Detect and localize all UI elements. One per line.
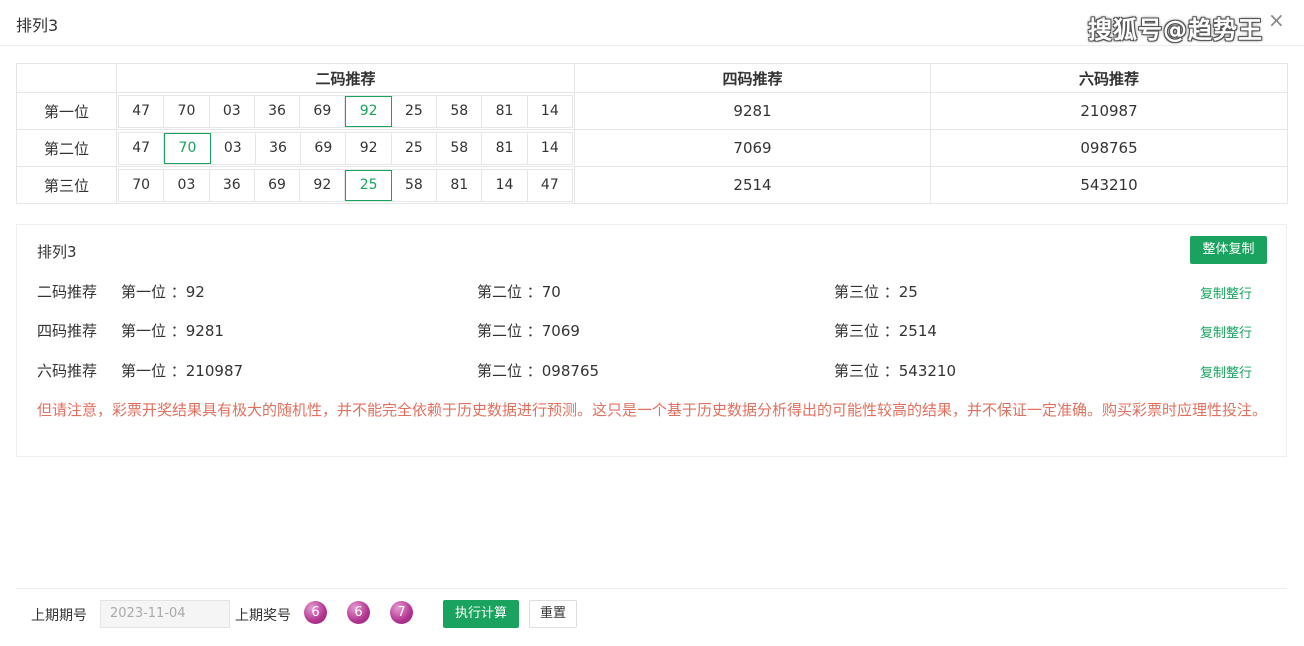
table-row: 第一位 47 70 03 36 69 92 25 58 81 14 9281 210987: [16, 92, 1288, 130]
summary-row-label: 四码推荐: [37, 322, 98, 340]
summary-row-label: 二码推荐: [37, 283, 98, 301]
two-code-number: 25: [392, 132, 438, 164]
two-code-cell: 70 03 36 69 92 25 58 81 14 47: [116, 166, 575, 204]
four-code-value: 2514: [574, 166, 931, 204]
window-title: 排列3: [16, 16, 59, 35]
two-code-cell: 47 70 03 36 69 92 25 58 81 14: [116, 129, 575, 167]
six-code-value: 210987: [930, 92, 1288, 130]
close-icon[interactable]: ×: [1268, 8, 1285, 32]
period-input[interactable]: 2023-11-04: [100, 600, 230, 628]
two-code-number: 47: [540, 177, 559, 193]
header-two-code: 二码推荐: [116, 63, 575, 93]
copy-row-button[interactable]: 复制整行: [1200, 322, 1252, 341]
summary-row-label: 六码推荐: [37, 362, 98, 380]
table-row: 第三位 70 03 36 69 92 25 58 81 14 47 2514 543210: [16, 166, 1288, 204]
summary-first-position: 第一位 ：210987: [121, 362, 244, 380]
summary-row-six-code: 六码推荐 第一位 ：210987 第二位 ：098765 第三位 ：543210…: [17, 360, 1286, 384]
header-four-code: 四码推荐: [574, 63, 931, 93]
summary-second-position: 第二位 ：7069: [477, 322, 580, 340]
draw-ball: 6: [304, 601, 327, 624]
two-code-number: 14: [540, 103, 559, 119]
six-code-value: 543210: [930, 166, 1288, 204]
copy-all-button[interactable]: 整体复制: [1190, 236, 1267, 264]
summary-first-position: 第一位 ：92: [121, 283, 205, 301]
copy-row-button[interactable]: 复制整行: [1200, 362, 1252, 381]
six-code-value: 098765: [930, 129, 1288, 167]
two-code-number: 03: [211, 132, 256, 164]
copy-row-button[interactable]: 复制整行: [1200, 283, 1252, 302]
two-code-number: 69: [300, 95, 346, 127]
two-code-number: 69: [255, 169, 301, 201]
four-code-value: 7069: [574, 129, 931, 167]
position-label: 第三位: [16, 166, 117, 204]
watermark: 搜狐号@趋势王: [1088, 16, 1263, 44]
summary-second-position: 第二位 ：098765: [477, 362, 600, 380]
two-code-number: 69: [301, 132, 347, 164]
summary-third-position: 第三位 ：2514: [834, 322, 937, 340]
two-code-number-selected: 25: [345, 169, 392, 201]
two-code-list: 47 70 03 36 69 92 25 58 81 14: [118, 94, 573, 128]
two-code-number: 81: [437, 169, 483, 201]
two-code-number: 14: [540, 140, 559, 156]
four-code-value: 9281: [574, 92, 931, 130]
two-code-number-selected: 70: [164, 132, 211, 164]
two-code-number: 36: [256, 132, 302, 164]
summary-row-two-code: 二码推荐 第一位 ：92 第二位 ：70 第三位 ：25 复制整行: [17, 281, 1286, 305]
two-code-number: 47: [119, 132, 165, 164]
execute-button[interactable]: 执行计算: [443, 600, 519, 628]
reset-button[interactable]: 重置: [529, 600, 577, 628]
title-bar: 排列3 搜狐号@趋势王 ×: [0, 0, 1304, 46]
summary-third-position: 第三位 ：25: [834, 283, 918, 301]
table-header-row: 二码推荐 四码推荐 六码推荐: [16, 63, 1288, 93]
summary-second-position: 第二位 ：70: [477, 283, 561, 301]
two-code-list: 47 70 03 36 69 92 25 58 81 14: [118, 131, 573, 165]
risk-notice: 但请注意，彩票开奖结果具有极大的随机性，并不能完全依赖于历史数据进行预测。这只是…: [37, 401, 1268, 419]
summary-title: 排列3: [37, 243, 77, 261]
two-code-number: 36: [255, 95, 301, 127]
two-code-number: 36: [210, 169, 255, 201]
two-code-number: 81: [482, 95, 528, 127]
two-code-number: 58: [437, 132, 483, 164]
two-code-cell: 47 70 03 36 69 92 25 58 81 14: [116, 92, 575, 130]
draw-ball: 6: [347, 601, 370, 624]
summary-first-position: 第一位 ：9281: [121, 322, 224, 340]
two-code-number: 81: [482, 132, 528, 164]
two-code-number: 47: [119, 95, 165, 127]
footer-toolbar: 上期期号 2023-11-04 上期奖号 6 6 7 执行计算 重置: [16, 588, 1287, 646]
draw-ball: 7: [390, 601, 413, 624]
two-code-number: 92: [346, 132, 392, 164]
header-six-code: 六码推荐: [930, 63, 1288, 93]
two-code-number: 03: [210, 95, 255, 127]
header-empty: [16, 63, 117, 93]
summary-third-position: 第三位 ：543210: [834, 362, 957, 380]
two-code-list: 70 03 36 69 92 25 58 81 14 47: [118, 168, 573, 202]
position-label: 第二位: [16, 129, 117, 167]
recommendation-table: 二码推荐 四码推荐 六码推荐 第一位 47 70 03 36 69 92 25 58 81 14 92…: [16, 63, 1288, 204]
two-code-number: 03: [164, 169, 210, 201]
two-code-number: 14: [482, 169, 528, 201]
two-code-number: 58: [437, 95, 483, 127]
period-label: 上期期号: [31, 608, 87, 624]
summary-row-four-code: 四码推荐 第一位 ：9281 第二位 ：7069 第三位 ：2514 复制整行: [17, 320, 1286, 344]
two-code-number: 25: [392, 95, 438, 127]
two-code-number-selected: 92: [345, 95, 392, 127]
summary-panel: 排列3 整体复制 二码推荐 第一位 ：92 第二位 ：70 第三位 ：25 复制…: [16, 224, 1287, 457]
two-code-number: 58: [392, 169, 438, 201]
position-label: 第一位: [16, 92, 117, 130]
draw-label: 上期奖号: [235, 608, 291, 624]
two-code-number: 70: [164, 95, 210, 127]
table-row: 第二位 47 70 03 36 69 92 25 58 81 14 7069 098765: [16, 129, 1288, 167]
two-code-number: 70: [119, 169, 165, 201]
two-code-number: 92: [300, 169, 346, 201]
